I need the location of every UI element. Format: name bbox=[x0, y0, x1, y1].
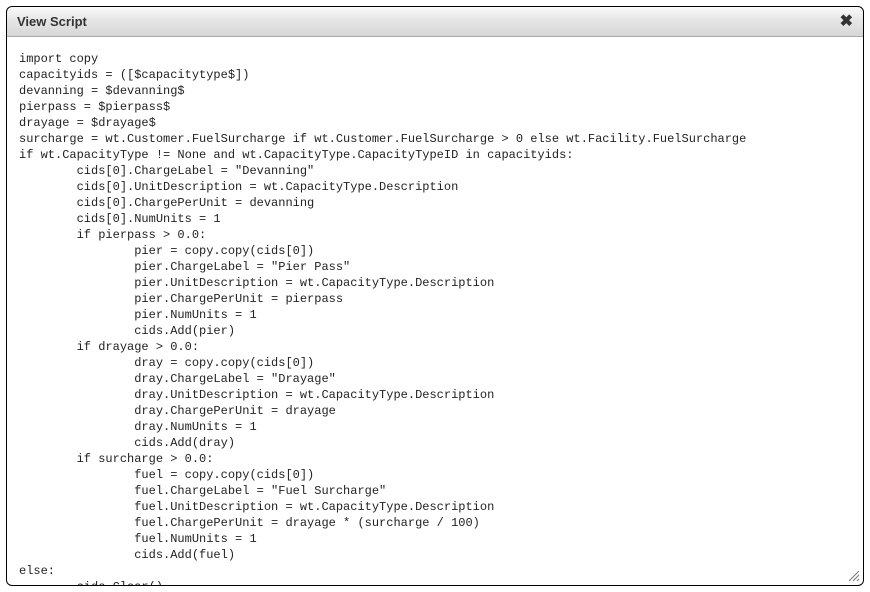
script-code: import copy capacityids = ([$capacitytyp… bbox=[19, 51, 851, 585]
dialog-content: import copy capacityids = ([$capacitytyp… bbox=[7, 37, 863, 585]
resize-handle[interactable] bbox=[846, 568, 860, 582]
close-icon[interactable]: ✖ bbox=[840, 14, 853, 30]
dialog-title: View Script bbox=[17, 14, 87, 29]
dialog-titlebar[interactable]: View Script ✖ bbox=[7, 7, 863, 37]
view-script-dialog: View Script ✖ import copy capacityids = … bbox=[6, 6, 864, 586]
